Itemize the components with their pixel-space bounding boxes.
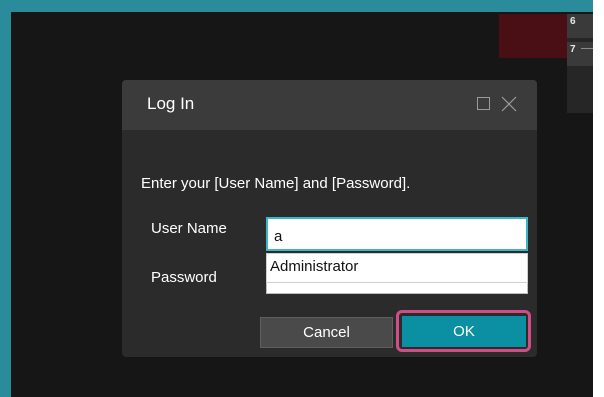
window-edge [593, 0, 604, 397]
app-window: 6 7 Log In Enter your [User Name] and [P… [0, 0, 604, 397]
user-name-input[interactable] [266, 217, 528, 251]
cancel-button[interactable]: Cancel [260, 317, 393, 348]
ok-button[interactable]: OK [402, 316, 526, 347]
password-label: Password [151, 269, 217, 286]
autocomplete-dropdown: Administrator [266, 253, 528, 283]
user-name-label: User Name [151, 220, 227, 237]
login-dialog: Log In Enter your [User Name] and [Passw… [122, 80, 537, 357]
maximize-icon[interactable] [477, 97, 490, 110]
close-icon[interactable] [499, 94, 519, 114]
autocomplete-option[interactable]: Administrator [270, 258, 358, 275]
login-prompt: Enter your [User Name] and [Password]. [141, 175, 411, 192]
dialog-title: Log In [147, 94, 195, 113]
dialog-titlebar: Log In [122, 80, 537, 130]
